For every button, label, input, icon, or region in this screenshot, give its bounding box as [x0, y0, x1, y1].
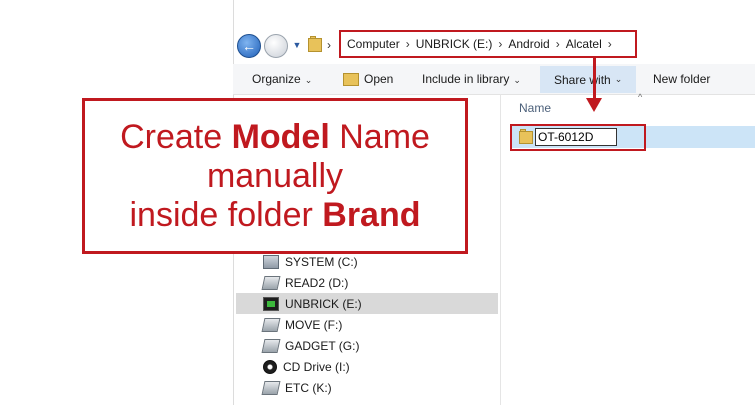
chevron-down-icon: ⌄ — [304, 75, 313, 85]
usb-drive-icon — [263, 296, 279, 311]
annotation-arrow-line — [593, 58, 596, 102]
hard-drive-icon — [261, 275, 281, 290]
address-bar[interactable]: Computer › UNBRICK (E:) › Android › Alca… — [339, 30, 637, 58]
nav-item-read2-d[interactable]: READ2 (D:) — [236, 272, 498, 293]
chevron-right-icon[interactable]: › — [556, 37, 560, 51]
nav-item-label: MOVE (F:) — [285, 317, 343, 332]
annotation-callout: Create Model Name manually inside folder… — [82, 98, 468, 254]
open-button[interactable]: Open — [343, 72, 393, 86]
callout-line-1: Create Model Name — [120, 118, 430, 157]
callout-text: inside folder — [129, 195, 323, 234]
annotation-arrow-head-icon — [586, 98, 602, 112]
breadcrumb-computer[interactable]: Computer — [347, 37, 400, 51]
callout-bold-text: Model — [231, 117, 330, 156]
callout-bold-text: Brand — [322, 195, 421, 234]
share-with-label: Share with — [554, 72, 611, 87]
annotation-highlight-box — [510, 124, 646, 151]
nav-item-etc-k[interactable]: ETC (K:) — [236, 377, 498, 398]
chevron-down-icon: ⌄ — [614, 74, 623, 84]
nav-item-gadget-g[interactable]: GADGET (G:) — [236, 335, 498, 356]
system-drive-icon — [263, 254, 279, 269]
pane-divider[interactable] — [500, 94, 501, 405]
recent-locations-dropdown-icon[interactable]: ▼ — [292, 40, 302, 50]
breadcrumb-unbrick[interactable]: UNBRICK (E:) — [416, 37, 493, 51]
nav-item-label: ETC (K:) — [285, 380, 332, 395]
organize-label: Organize — [252, 72, 301, 86]
title-bar — [234, 0, 755, 28]
organize-button[interactable]: Organize ⌄ — [252, 72, 312, 86]
hard-drive-icon — [261, 317, 281, 332]
chevron-right-icon[interactable]: › — [327, 38, 331, 52]
breadcrumb-alcatel[interactable]: Alcatel — [566, 37, 602, 51]
include-in-library-label: Include in library — [422, 72, 510, 86]
hard-drive-icon — [261, 338, 281, 353]
include-in-library-button[interactable]: Include in library ⌄ — [422, 72, 521, 86]
nav-item-move-f[interactable]: MOVE (F:) — [236, 314, 498, 335]
forward-arrow-icon[interactable] — [264, 34, 288, 58]
open-folder-icon — [343, 72, 359, 86]
callout-line-3: inside folder Brand — [129, 196, 420, 235]
back-arrow-icon[interactable]: ← — [237, 34, 261, 58]
nav-item-system-c[interactable]: SYSTEM (C:) — [236, 251, 498, 272]
nav-item-label: SYSTEM (C:) — [285, 254, 358, 269]
chevron-right-icon[interactable]: › — [608, 37, 612, 51]
nav-item-unbrick-e[interactable]: UNBRICK (E:) — [236, 293, 498, 314]
sort-up-icon: ^ — [638, 92, 643, 102]
chevron-right-icon[interactable]: › — [406, 37, 410, 51]
callout-line-2: manually — [206, 156, 344, 195]
folder-icon — [308, 36, 322, 52]
nav-item-label: CD Drive (I:) — [283, 359, 350, 374]
chevron-down-icon: ⌄ — [513, 75, 521, 85]
nav-item-label: GADGET (G:) — [285, 338, 360, 353]
nav-item-label: UNBRICK (E:) — [285, 296, 362, 311]
share-with-button[interactable]: Share with ⌄ — [540, 66, 636, 93]
new-folder-button[interactable]: New folder — [653, 72, 710, 86]
breadcrumb-android[interactable]: Android — [508, 37, 549, 51]
nav-item-cd-drive-i[interactable]: CD Drive (I:) — [236, 356, 498, 377]
nav-item-label: READ2 (D:) — [285, 275, 349, 290]
callout-text: Name — [329, 117, 430, 156]
chevron-right-icon[interactable]: › — [498, 37, 502, 51]
hard-drive-icon — [261, 380, 281, 395]
open-label: Open — [364, 72, 394, 86]
cd-drive-icon — [263, 359, 277, 374]
column-header-name[interactable]: Name — [519, 101, 551, 115]
callout-text: Create — [120, 117, 232, 156]
